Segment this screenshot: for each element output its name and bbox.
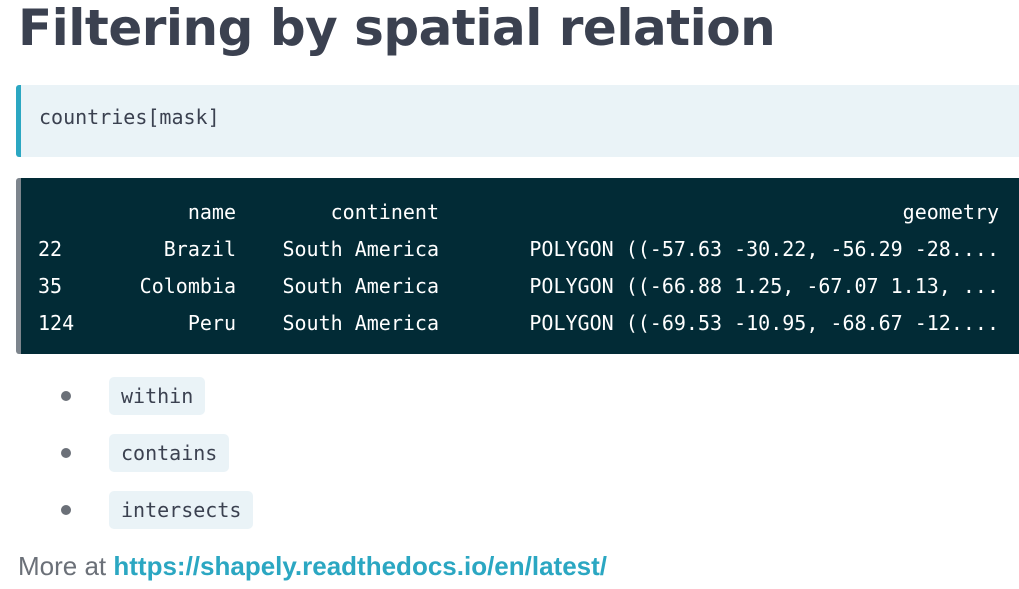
cell-geometry: POLYGON ((-69.53 -10.95, -68.67 -12.... — [529, 310, 999, 335]
more-at-line: More at https://shapely.readthedocs.io/e… — [18, 548, 607, 584]
table-header-row: name continent geometry — [38, 193, 999, 230]
cell-continent: South America — [282, 273, 439, 298]
list-item: contains — [0, 433, 600, 473]
row-index: 124 — [38, 310, 75, 335]
column-header-index — [38, 193, 100, 230]
cell-name: Brazil — [163, 236, 236, 261]
table-row: 35 Colombia South America POLYGON ((-66.… — [38, 267, 999, 304]
code-output-cell: name continent geometry 22 Brazil South … — [16, 178, 1019, 354]
row-index: 35 — [38, 273, 63, 298]
list-item: within — [0, 376, 600, 416]
cell-name: Colombia — [139, 273, 236, 298]
more-at-prefix: More at — [18, 551, 114, 581]
table-row: 124 Peru South America POLYGON ((-69.53 … — [38, 304, 999, 341]
inline-code-intersects: intersects — [109, 491, 254, 529]
dataframe-table: name continent geometry 22 Brazil South … — [38, 193, 999, 341]
bullet-dot-icon — [61, 391, 71, 401]
cell-name: Peru — [187, 310, 236, 335]
inline-code-within: within — [109, 377, 206, 415]
column-header-geometry: geometry — [902, 199, 999, 224]
cell-geometry: POLYGON ((-66.88 1.25, -67.07 1.13, ... — [529, 273, 999, 298]
row-index: 22 — [38, 236, 63, 261]
code-input-cell[interactable]: countries[mask] — [16, 85, 1019, 157]
column-header-continent: continent — [330, 199, 439, 224]
bullet-dot-icon — [61, 505, 71, 515]
list-item: intersects — [0, 490, 600, 530]
table-row: 22 Brazil South America POLYGON ((-57.63… — [38, 230, 999, 267]
cell-geometry: POLYGON ((-57.63 -30.22, -56.29 -28.... — [529, 236, 999, 261]
shapely-docs-link[interactable]: https://shapely.readthedocs.io/en/latest… — [113, 551, 607, 581]
column-header-name: name — [187, 199, 236, 224]
page-title: Filtering by spatial relation — [18, 0, 776, 57]
cell-continent: South America — [282, 236, 439, 261]
inline-code-contains: contains — [109, 434, 230, 472]
code-input-text: countries[mask] — [39, 105, 220, 129]
cell-continent: South America — [282, 310, 439, 335]
bullet-dot-icon — [61, 448, 71, 458]
